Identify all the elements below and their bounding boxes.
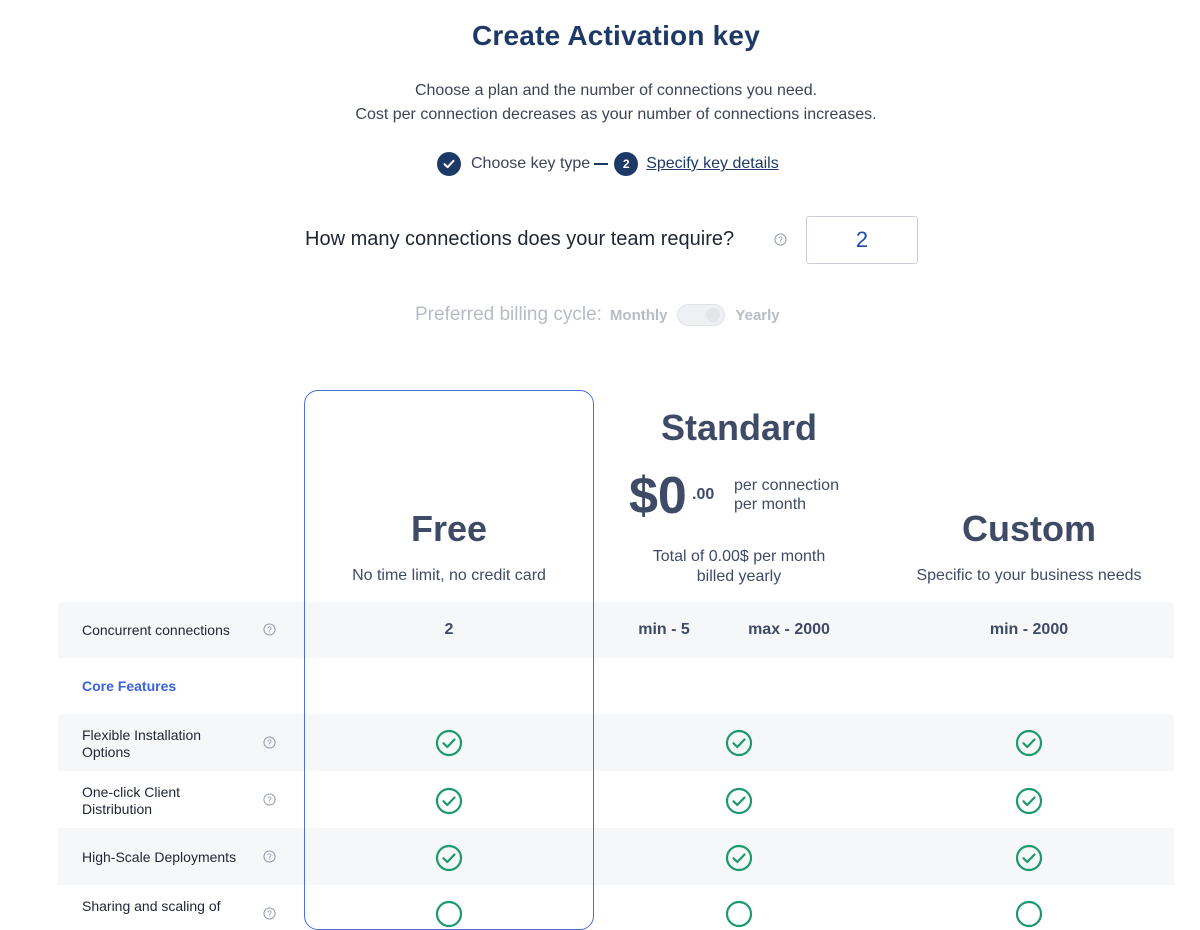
step-done-check-icon (437, 152, 461, 176)
check-circle-icon (435, 844, 463, 872)
row-feature: Flexible Installation Options ? (58, 714, 1174, 771)
free-plan-description: No time limit, no credit card (352, 567, 546, 584)
page-subtitle-line2: Cost per connection decreases as your nu… (355, 106, 877, 123)
billing-option-monthly[interactable]: Monthly (610, 307, 668, 324)
check-circle-icon (725, 900, 753, 928)
step-separator (594, 163, 609, 165)
svg-text:?: ? (267, 624, 272, 634)
svg-text:?: ? (267, 794, 272, 804)
section-core-features: Core Features (82, 678, 177, 694)
page-subtitle-line1: Choose a plan and the number of connecti… (414, 82, 818, 99)
row-label: Flexible Installation Options (82, 727, 202, 760)
row-core-features-header: Core Features (58, 658, 1174, 714)
row-feature: High-Scale Deployments ? (58, 828, 1174, 885)
billing-option-yearly[interactable]: Yearly (735, 307, 779, 324)
step1-label[interactable]: Choose key type (471, 155, 590, 173)
svg-text:?: ? (267, 851, 272, 861)
standard-total-line1: Total of 0.00$ per month (652, 548, 826, 565)
stepper: Choose key type 2 Specify key details (437, 150, 779, 178)
help-icon[interactable]: ? (263, 793, 276, 811)
row-feature: Sharing and scaling of ? (58, 885, 1174, 925)
help-icon[interactable]: ? (263, 736, 276, 754)
standard-price: $0 (629, 467, 687, 525)
row-label: One-click Client Distribution (82, 784, 181, 817)
row-label: Sharing and scaling of (82, 898, 221, 914)
custom-plan-name: Custom (962, 508, 1096, 549)
connections-question: How many connections does your team requ… (305, 228, 735, 250)
standard-price-cents: .00 (692, 486, 715, 503)
toggle-knob (706, 308, 721, 322)
step2-number: 2 (614, 152, 639, 176)
help-icon[interactable]: ? (774, 233, 787, 251)
standard-max-value: max - 2000 (748, 621, 830, 638)
billing-cycle-toggle[interactable] (677, 304, 726, 326)
check-circle-icon (435, 787, 463, 815)
check-circle-icon (435, 900, 463, 928)
standard-total-line2: billed yearly (696, 568, 782, 585)
step2-label[interactable]: Specify key details (646, 155, 779, 173)
help-icon[interactable]: ? (263, 623, 276, 641)
svg-text:?: ? (778, 234, 783, 244)
row-concurrent-connections: Concurrent connections ? 2 min - 5 max -… (58, 602, 1174, 658)
row-label: Concurrent connections (82, 622, 230, 638)
row-label: High-Scale Deployments (82, 849, 237, 865)
row-feature: One-click Client Distribution ? (58, 771, 1174, 828)
page-title: Create Activation key (472, 20, 760, 51)
check-circle-icon (435, 729, 463, 757)
billing-cycle: Preferred billing cycle: Monthly Yearly (415, 300, 780, 330)
check-circle-icon (725, 787, 753, 815)
standard-price-unit-line1: per connection (734, 477, 839, 494)
custom-plan-description: Specific to your business needs (916, 567, 1142, 584)
standard-plan-name: Standard (660, 407, 818, 448)
check-circle-icon (1015, 844, 1043, 872)
connections-input[interactable] (806, 216, 918, 264)
check-circle-icon (725, 729, 753, 757)
standard-price-unit-line2: per month (734, 496, 807, 513)
standard-min-value: min - 5 (638, 621, 690, 638)
custom-concurrent-value: min - 2000 (989, 621, 1069, 638)
svg-text:?: ? (267, 737, 272, 747)
check-circle-icon (1015, 787, 1043, 815)
help-icon[interactable]: ? (263, 850, 276, 868)
billing-cycle-label: Preferred billing cycle: (415, 304, 602, 325)
check-circle-icon (1015, 900, 1043, 928)
check-circle-icon (725, 844, 753, 872)
check-circle-icon (1015, 729, 1043, 757)
free-plan-name: Free (410, 508, 488, 549)
